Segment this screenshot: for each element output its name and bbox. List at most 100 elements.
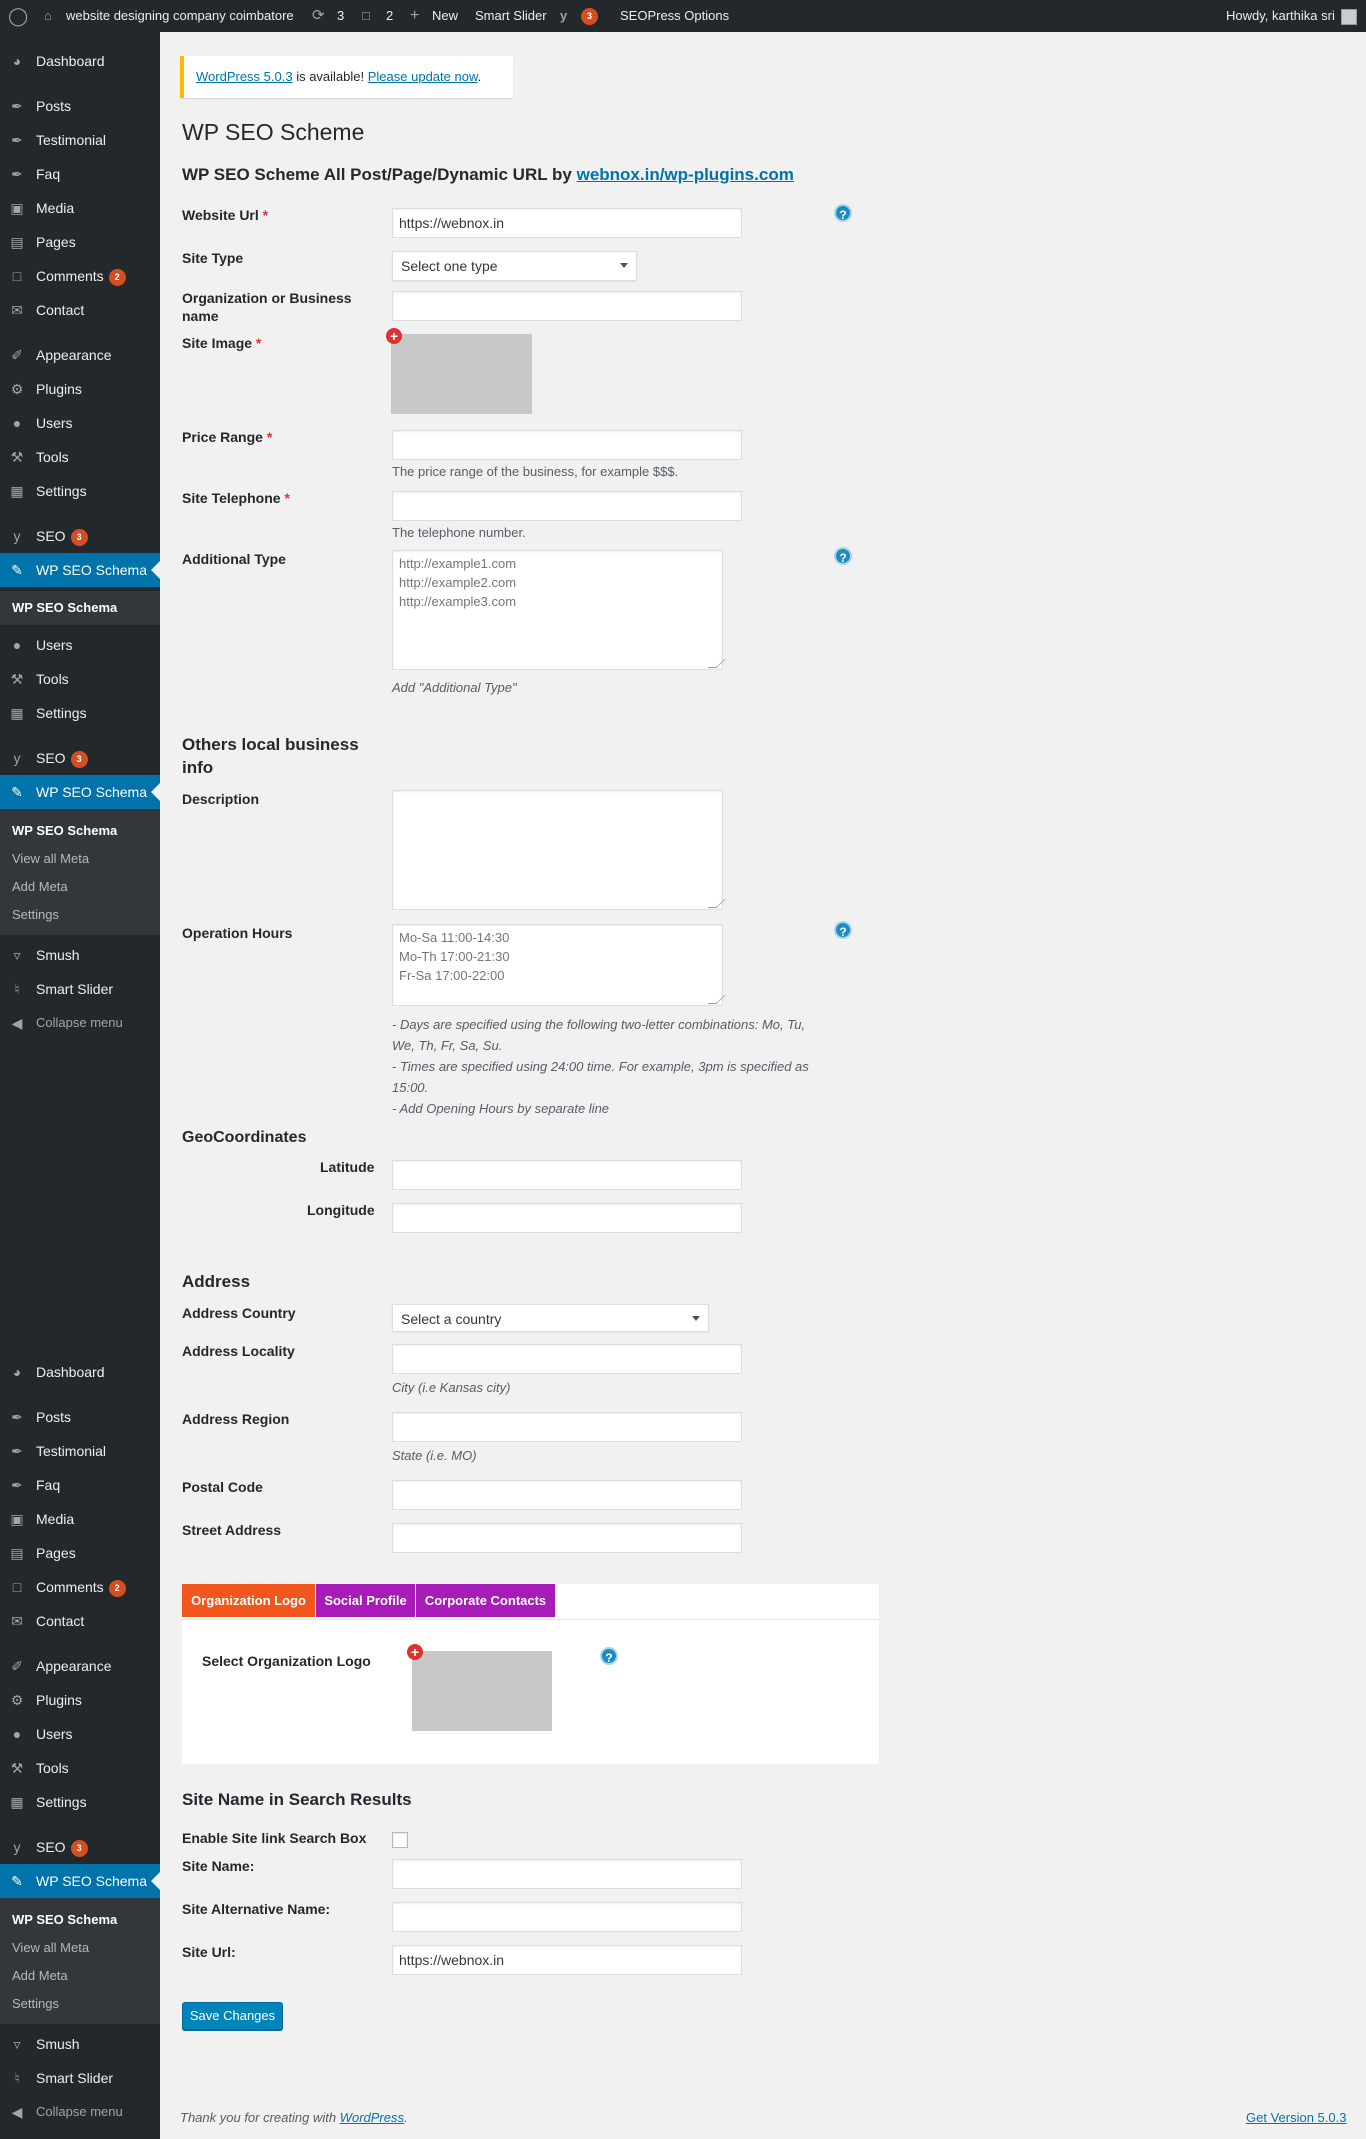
help-icon[interactable]: ? — [600, 1647, 618, 1665]
submenu-wp-seo-schema[interactable]: WP SEO Schema — [0, 591, 160, 625]
collapse-menu-button[interactable]: ◀ Collapse menu — [0, 1006, 160, 1040]
sidebar-item-smush[interactable]: ▿ Smush — [0, 938, 160, 972]
tab-organization-logo[interactable]: Organization Logo — [182, 1584, 315, 1617]
plugin-link[interactable]: webnox.in/wp-plugins.com — [577, 165, 794, 184]
submenu-wp-seo-schema[interactable]: WP SEO Schema — [12, 1912, 117, 1927]
org-name-input[interactable] — [392, 291, 742, 321]
sidebar-item-pages[interactable]: ▤ Pages — [0, 225, 160, 259]
operation-hours-textarea[interactable]: Mo-Sa 11:00-14:30 Mo-Th 17:00-21:30 Fr-S… — [392, 924, 723, 1006]
sidebar-item-contact[interactable]: ✉ Contact — [0, 1604, 160, 1638]
sidebar-label: Smart Slider — [36, 981, 114, 997]
sidebar-item-faq[interactable]: ✒ Faq — [0, 157, 160, 191]
sidebar-item-testimonial[interactable]: ✒ Testimonial — [0, 1434, 160, 1468]
sidebar-item-posts[interactable]: ✒ Posts — [0, 89, 160, 123]
comment-bubble-icon[interactable]: □ — [362, 0, 370, 32]
sidebar-item-wp-seo-schema[interactable]: ✎ WP SEO Schema — [0, 1864, 160, 1898]
seopress-link[interactable]: SEOPress Options — [620, 0, 729, 32]
additional-type-textarea[interactable]: http://example1.com http://example2.com … — [392, 550, 723, 670]
collapse-menu-button[interactable]: ◀ Collapse menu — [0, 2095, 160, 2129]
sidebar-item-smush[interactable]: ▿ Smush — [0, 2027, 160, 2061]
latitude-input[interactable] — [392, 1160, 742, 1190]
updates-icon[interactable]: ⟳ — [312, 0, 325, 32]
longitude-input[interactable] — [392, 1203, 742, 1233]
submenu-view-all-meta[interactable]: View all Meta — [12, 851, 89, 866]
submenu-settings[interactable]: Settings — [12, 1996, 59, 2011]
sidebar-item-pages[interactable]: ▤ Pages — [0, 1536, 160, 1570]
site-url-input[interactable]: https://webnox.in — [392, 1945, 742, 1975]
sidebar-item-posts[interactable]: ✒ Posts — [0, 1400, 160, 1434]
submenu-add-meta[interactable]: Add Meta — [12, 879, 68, 894]
sidebar-item-tools[interactable]: ⚒ Tools — [0, 440, 160, 474]
sidebar-item-seo[interactable]: y SEO 3 — [0, 741, 160, 775]
sidebar-item-settings[interactable]: ▦ Settings — [0, 696, 160, 730]
help-icon[interactable]: ? — [834, 547, 852, 565]
street-address-input[interactable] — [392, 1523, 742, 1553]
country-select[interactable]: Select a country — [392, 1304, 709, 1332]
howdy-user[interactable]: Howdy, karthika sri — [1226, 0, 1357, 32]
sidebar-item-settings[interactable]: ▦ Settings — [0, 474, 160, 508]
help-icon[interactable]: ? — [834, 204, 852, 222]
sidebar-item-contact[interactable]: ✉ Contact — [0, 293, 160, 327]
sidebar-item-users[interactable]: ● Users — [0, 406, 160, 440]
wordpress-link[interactable]: WordPress — [340, 2110, 404, 2125]
enable-search-box-checkbox[interactable] — [392, 1832, 408, 1848]
sidebar-item-media[interactable]: ▣ Media — [0, 191, 160, 225]
sidebar-item-tools[interactable]: ⚒ Tools — [0, 1751, 160, 1785]
sidebar-item-plugins[interactable]: ⚙ Plugins — [0, 1683, 160, 1717]
site-alt-name-input[interactable] — [392, 1902, 742, 1932]
update-now-link[interactable]: Please update now — [368, 69, 478, 84]
new-link[interactable]: New — [432, 0, 458, 32]
sidebar-item-dashboard[interactable]: ◕ Dashboard — [0, 44, 160, 78]
save-changes-button[interactable]: Save Changes — [182, 2002, 283, 2030]
telephone-input[interactable] — [392, 491, 742, 521]
logo-placeholder[interactable] — [412, 1651, 552, 1731]
yoast-icon[interactable]: y — [560, 0, 567, 32]
site-name-link[interactable]: website designing company coimbatore — [66, 0, 294, 32]
tab-corporate-contacts[interactable]: Corporate Contacts — [416, 1584, 555, 1617]
add-logo-icon[interactable]: + — [407, 1644, 423, 1660]
wordpress-logo-icon[interactable]: ◯ — [8, 0, 28, 32]
sidebar-item-faq[interactable]: ✒ Faq — [0, 1468, 160, 1502]
sidebar-item-users[interactable]: ● Users — [0, 628, 160, 662]
locality-input[interactable] — [392, 1344, 742, 1374]
description-textarea[interactable] — [392, 790, 723, 910]
get-version-link[interactable]: Get Version 5.0.3 — [1246, 2110, 1346, 2125]
plus-icon[interactable]: + — [410, 0, 419, 32]
site-name-input[interactable] — [392, 1859, 742, 1889]
wordpress-version-link[interactable]: WordPress 5.0.3 — [196, 69, 293, 84]
sidebar-item-users[interactable]: ● Users — [0, 1717, 160, 1751]
sidebar-item-dashboard[interactable]: ◕ Dashboard — [0, 1355, 160, 1389]
postal-code-input[interactable] — [392, 1480, 742, 1510]
sidebar-item-appearance[interactable]: ✐ Appearance — [0, 338, 160, 372]
sidebar-item-settings[interactable]: ▦ Settings — [0, 1785, 160, 1819]
region-input[interactable] — [392, 1412, 742, 1442]
sidebar-item-wp-seo-schema[interactable]: ✎ WP SEO Schema — [0, 553, 160, 587]
add-image-icon[interactable]: + — [386, 328, 402, 344]
website-url-input[interactable]: https://webnox.in — [392, 208, 742, 238]
tab-social-profile[interactable]: Social Profile — [316, 1584, 415, 1617]
sidebar-item-smart-slider[interactable]: ♮ Smart Slider — [0, 2061, 160, 2095]
sidebar-item-testimonial[interactable]: ✒ Testimonial — [0, 123, 160, 157]
comments-count[interactable]: 2 — [386, 0, 393, 32]
seo-badge[interactable]: 3 — [576, 0, 598, 32]
sidebar-item-appearance[interactable]: ✐ Appearance — [0, 1649, 160, 1683]
updates-count[interactable]: 3 — [337, 0, 344, 32]
help-icon[interactable]: ? — [834, 921, 852, 939]
price-range-input[interactable] — [392, 430, 742, 460]
sidebar-item-comments[interactable]: □ Comments 2 — [0, 1570, 160, 1604]
submenu-wp-seo-schema[interactable]: WP SEO Schema — [12, 823, 117, 838]
sidebar-item-seo[interactable]: y SEO 3 — [0, 519, 160, 553]
sidebar-item-tools[interactable]: ⚒ Tools — [0, 662, 160, 696]
smart-slider-link[interactable]: Smart Slider — [475, 0, 547, 32]
sidebar-item-media[interactable]: ▣ Media — [0, 1502, 160, 1536]
sidebar-item-seo[interactable]: y SEO 3 — [0, 1830, 160, 1864]
sidebar-item-smart-slider[interactable]: ♮ Smart Slider — [0, 972, 160, 1006]
submenu-view-all-meta[interactable]: View all Meta — [12, 1940, 89, 1955]
sidebar-item-wp-seo-schema[interactable]: ✎ WP SEO Schema — [0, 775, 160, 809]
sidebar-item-comments[interactable]: □ Comments 2 — [0, 259, 160, 293]
sidebar-item-plugins[interactable]: ⚙ Plugins — [0, 372, 160, 406]
submenu-add-meta[interactable]: Add Meta — [12, 1968, 68, 1983]
submenu-settings[interactable]: Settings — [12, 907, 59, 922]
site-type-select[interactable]: Select one type — [392, 251, 637, 281]
site-image-placeholder[interactable] — [391, 334, 532, 414]
